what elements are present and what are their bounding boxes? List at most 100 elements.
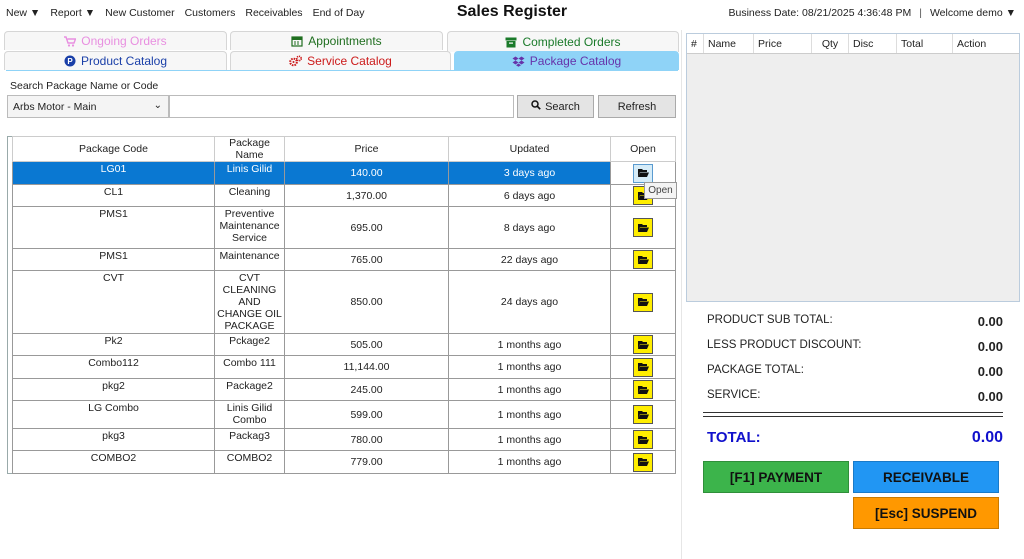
table-row[interactable]: PMS1 Preventive Maintenance Service 695.… xyxy=(7,206,676,249)
menu-customers[interactable]: Customers xyxy=(185,7,236,19)
cart-icon xyxy=(64,35,77,47)
service-total: SERVICE: 0.00 xyxy=(707,389,1003,404)
open-tooltip: Open xyxy=(644,182,677,199)
search-input[interactable] xyxy=(169,95,514,118)
open-button[interactable] xyxy=(633,430,653,449)
cogs-icon xyxy=(289,55,303,67)
cell-code: LG Combo xyxy=(12,400,215,429)
tab-label: Completed Orders xyxy=(522,35,621,49)
table-row[interactable]: CVT CVT CLEANING AND CHANGE OIL PACKAGE … xyxy=(7,270,676,334)
table-row[interactable]: PMS1 Maintenance 765.00 22 days ago xyxy=(7,248,676,271)
tab-package-catalog[interactable]: Package Catalog xyxy=(454,51,679,70)
folder-open-icon xyxy=(637,410,649,419)
cell-name: Combo 111 xyxy=(214,355,285,379)
cell-name: COMBO2 xyxy=(214,450,285,474)
open-button[interactable] xyxy=(633,335,653,354)
table-row[interactable]: COMBO2 COMBO2 779.00 1 months ago xyxy=(7,450,676,474)
top-menu: New ▼ Report ▼ New Customer Customers Re… xyxy=(6,7,365,19)
cell-price: 850.00 xyxy=(284,270,449,334)
panel-divider xyxy=(681,30,682,559)
table-row[interactable]: LG Combo Linis Gilid Combo 599.00 1 mont… xyxy=(7,400,676,429)
tab-appointments[interactable]: Appointments xyxy=(230,31,443,50)
column-header-open: Open xyxy=(610,136,676,162)
folder-open-icon xyxy=(637,255,649,264)
cell-price: 779.00 xyxy=(284,450,449,474)
open-button[interactable] xyxy=(633,218,653,237)
column-header-name[interactable]: Package Name xyxy=(214,136,285,162)
payment-button[interactable]: [F1] PAYMENT xyxy=(703,461,849,493)
open-button[interactable] xyxy=(633,292,653,312)
suspend-button[interactable]: [Esc] SUSPEND xyxy=(853,497,999,529)
total-value: 0.00 xyxy=(971,429,1003,446)
tab-ongoing-orders[interactable]: Ongoing Orders xyxy=(4,31,227,50)
open-button[interactable] xyxy=(633,452,653,472)
total-label: TOTAL: xyxy=(707,429,761,446)
receivable-button[interactable]: RECEIVABLE xyxy=(853,461,999,493)
open-button[interactable] xyxy=(633,163,653,183)
tab-label: Appointments xyxy=(308,34,382,48)
search-button-label: Search xyxy=(545,100,580,113)
search-button[interactable]: Search xyxy=(517,95,594,118)
search-label: Search Package Name or Code xyxy=(10,80,159,92)
cell-price: 1,370.00 xyxy=(284,184,449,207)
cell-name: CVT CLEANING AND CHANGE OIL PACKAGE xyxy=(214,270,285,334)
svg-text:P: P xyxy=(67,57,73,66)
value: 0.00 xyxy=(977,314,1003,329)
cart-header-total: Total xyxy=(897,34,953,53)
cell-price: 505.00 xyxy=(284,333,449,356)
open-button[interactable] xyxy=(633,380,653,399)
table-row[interactable]: pkg2 Package2 245.00 1 months ago xyxy=(7,378,676,401)
cell-price: 11,144.00 xyxy=(284,355,449,379)
branch-value: Arbs Motor - Main xyxy=(13,100,97,113)
welcome-user-menu[interactable]: Welcome demo ▼ xyxy=(930,7,1016,19)
column-header-updated[interactable]: Updated xyxy=(448,136,611,162)
column-header-price[interactable]: Price xyxy=(284,136,449,162)
tab-completed-orders[interactable]: Completed Orders xyxy=(447,31,679,52)
separator: | xyxy=(919,7,922,19)
table-row[interactable]: Combo112 Combo 111 11,144.00 1 months ag… xyxy=(7,355,676,379)
top-bar: New ▼ Report ▼ New Customer Customers Re… xyxy=(0,0,1024,26)
product-p-icon: P xyxy=(64,55,76,67)
folder-open-icon xyxy=(637,435,649,444)
refresh-button[interactable]: Refresh xyxy=(598,95,676,118)
folder-open-icon xyxy=(637,458,649,466)
open-button[interactable] xyxy=(633,250,653,269)
folder-open-icon xyxy=(637,169,649,177)
menu-end-of-day[interactable]: End of Day xyxy=(313,7,365,19)
cell-updated: 24 days ago xyxy=(448,270,611,334)
table-row[interactable]: CL1 Cleaning 1,370.00 6 days ago xyxy=(7,184,676,207)
cell-name: Cleaning xyxy=(214,184,285,207)
menu-new-customer[interactable]: New Customer xyxy=(105,7,174,19)
business-date: Business Date: 08/21/2025 4:36:48 PM xyxy=(728,7,912,19)
cell-code: LG01 xyxy=(12,161,215,185)
cart-header-index: # xyxy=(687,34,704,53)
tab-label: Product Catalog xyxy=(80,54,168,68)
menu-receivables[interactable]: Receivables xyxy=(245,7,302,19)
cell-updated: 22 days ago xyxy=(448,248,611,271)
cell-updated: 1 months ago xyxy=(448,378,611,401)
open-button[interactable] xyxy=(633,405,653,424)
value: 0.00 xyxy=(977,389,1003,404)
cell-price: 780.00 xyxy=(284,428,449,451)
product-sub-total: PRODUCT SUB TOTAL: 0.00 xyxy=(707,314,1003,329)
folder-open-icon xyxy=(637,385,649,394)
value: 0.00 xyxy=(977,364,1003,379)
column-header-code[interactable]: Package Code xyxy=(12,136,215,162)
tab-service-catalog[interactable]: Service Catalog xyxy=(230,51,451,70)
cart-header-name: Name xyxy=(704,34,754,53)
package-grid: Package Code Package Name Price Updated … xyxy=(7,136,676,474)
tab-label: Ongoing Orders xyxy=(81,34,167,48)
branch-select[interactable]: Arbs Motor - Main ⌄ xyxy=(7,95,169,118)
total-divider xyxy=(703,412,1003,417)
table-row[interactable]: Pk2 Pckage2 505.00 1 months ago xyxy=(7,333,676,356)
table-row[interactable]: LG01 Linis Gilid 140.00 3 days ago xyxy=(7,161,676,185)
cell-name: Linis Gilid xyxy=(214,161,285,185)
refresh-button-label: Refresh xyxy=(617,100,657,113)
table-row[interactable]: pkg3 Packag3 780.00 1 months ago xyxy=(7,428,676,451)
label: PRODUCT SUB TOTAL: xyxy=(707,314,833,326)
menu-new[interactable]: New ▼ xyxy=(6,7,40,19)
tab-product-catalog[interactable]: P Product Catalog xyxy=(4,51,227,70)
menu-report[interactable]: Report ▼ xyxy=(50,7,95,19)
label: LESS PRODUCT DISCOUNT: xyxy=(707,339,862,351)
open-button[interactable] xyxy=(633,357,653,377)
